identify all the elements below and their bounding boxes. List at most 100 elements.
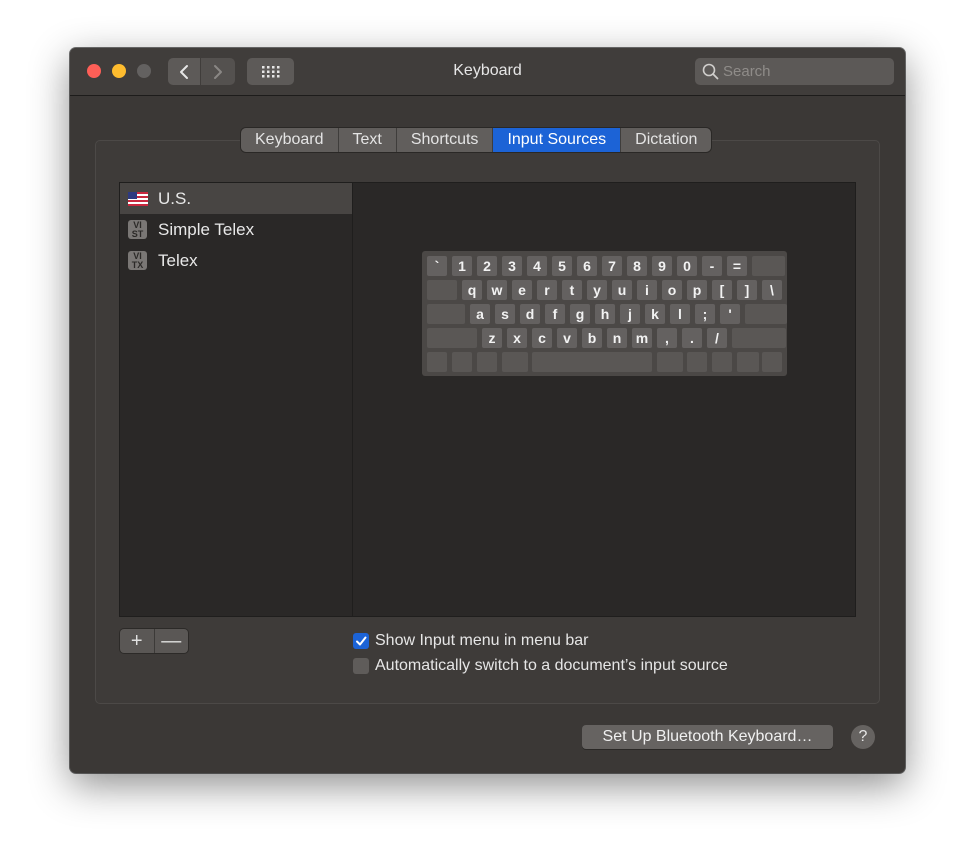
key-cap: y [587,280,607,300]
key-cap: j [620,304,640,324]
key-cap: c [532,328,552,348]
key-cap: 5 [552,256,572,276]
show-input-menu-option[interactable]: Show Input menu in menu bar [353,632,588,650]
auto-switch-label: Automatically switch to a document’s inp… [375,657,728,674]
keyboard-layout-preview: ` 1 2 3 4 5 6 7 8 9 0- = q w e r t y u i o p[] \ a s d f g h j k l; ' z x c… [422,251,787,376]
tab-input-sources[interactable]: Input Sources [493,128,622,152]
key-cap: h [595,304,615,324]
key-cap: q [462,280,482,300]
key-cap: = [727,256,747,276]
titlebar: Keyboard [70,48,905,96]
key-cap: ; [695,304,715,324]
key-cap: u [612,280,632,300]
key-cap: t [562,280,582,300]
modifier-key [752,256,785,276]
key-cap: k [645,304,665,324]
key-cap: i [637,280,657,300]
badge-bottom: ST [131,228,144,239]
search-input[interactable] [723,58,888,85]
bottom-modifier-key [502,352,528,372]
key-cap: 3 [502,256,522,276]
show-input-menu-label: Show Input menu in menu bar [375,632,589,649]
key-cap: 0 [677,256,697,276]
badge-bottom: TX [131,259,144,270]
bottom-modifier-key [452,352,472,372]
tab-dictation[interactable]: Dictation [621,128,712,152]
us-flag-icon [128,191,148,206]
key-cap: ] [737,280,757,300]
bottom-modifier-key [657,352,683,372]
key-cap: 4 [527,256,547,276]
tab-shortcuts[interactable]: Shortcuts [396,128,494,152]
search-icon [702,63,719,80]
input-sources-list[interactable]: U.S. VI ST Simple Telex VI TX Telex [119,182,353,617]
list-item-simple-telex[interactable]: VI ST Simple Telex [120,214,352,245]
bottom-modifier-key [427,352,447,372]
auto-switch-option[interactable]: Automatically switch to a document’s inp… [353,657,728,675]
key-cap: ' [720,304,740,324]
show-input-menu-checkbox[interactable] [353,633,369,649]
key-cap: z [482,328,502,348]
setup-bluetooth-keyboard-button[interactable]: Set Up Bluetooth Keyboard… [582,725,833,749]
tab-text[interactable]: Text [338,128,397,152]
add-source-button[interactable]: + [120,629,155,653]
key-cap: 6 [577,256,597,276]
key-cap: - [702,256,722,276]
key-cap: v [557,328,577,348]
modifier-key [745,304,787,324]
key-cap: 2 [477,256,497,276]
bottom-modifier-key [712,352,732,372]
key-cap: 7 [602,256,622,276]
space-bar-key [532,352,652,372]
key-cap: p [687,280,707,300]
preferences-window: Keyboard Keyboard Text Shortcuts Input S… [70,48,905,773]
caps-lock-key [427,304,465,324]
checkmark-icon [356,636,367,646]
key-cap: l [670,304,690,324]
key-cap: 9 [652,256,672,276]
vi-st-icon: VI ST [128,220,147,239]
key-cap: o [662,280,682,300]
key-cap: . [682,328,702,348]
tab-keyboard[interactable]: Keyboard [241,128,339,152]
keyboard-preview-panel [353,182,856,617]
key-cap: f [545,304,565,324]
key-cap: g [570,304,590,324]
key-cap: [ [712,280,732,300]
list-item-label: Telex [158,250,198,270]
key-cap: n [607,328,627,348]
key-cap: s [495,304,515,324]
key-cap: 1 [452,256,472,276]
list-item-label: U.S. [158,188,192,208]
list-item-us[interactable]: U.S. [120,183,352,214]
key-cap: w [487,280,507,300]
auto-switch-checkbox[interactable] [353,658,369,674]
key-cap: b [582,328,602,348]
tab-key [427,280,457,300]
vi-tx-icon: VI TX [128,251,147,270]
bottom-modifier-key [687,352,707,372]
list-item-label: Simple Telex [158,219,255,239]
bottom-modifier-key [762,352,782,372]
key-cap: e [512,280,532,300]
key-cap: x [507,328,527,348]
key-cap: , [657,328,677,348]
list-item-telex[interactable]: VI TX Telex [120,245,352,276]
search-field[interactable] [695,58,894,85]
list-controls: + — [120,629,188,653]
tab-bar: Keyboard Text Shortcuts Input Sources Di… [241,128,712,152]
key-cap: m [632,328,652,348]
bottom-modifier-key [477,352,497,372]
key-cap: ` [427,256,447,276]
help-button[interactable]: ? [851,725,875,749]
bottom-modifier-key [737,352,759,372]
remove-source-button[interactable]: — [155,629,189,653]
key-cap: / [707,328,727,348]
key-cap: r [537,280,557,300]
key-cap: 8 [627,256,647,276]
key-cap: a [470,304,490,324]
left-shift-key [427,328,477,348]
key-cap: \ [762,280,782,300]
key-cap: d [520,304,540,324]
modifier-key [732,328,786,348]
